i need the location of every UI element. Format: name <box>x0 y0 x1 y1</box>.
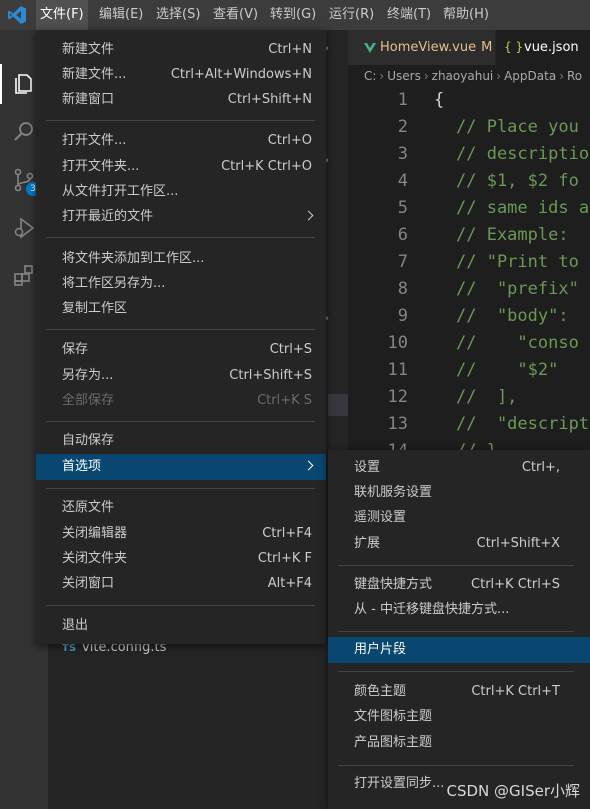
menu-item-revert-file[interactable]: 还原文件 <box>36 495 326 521</box>
breadcrumb-item[interactable]: zhaoyahui <box>432 69 494 83</box>
submenu-item-color-theme[interactable]: 颜色主题 Ctrl+K Ctrl+T <box>328 679 590 705</box>
breadcrumb-item[interactable]: C: <box>364 69 376 83</box>
chevron-right-icon: › <box>423 69 429 83</box>
menu-run[interactable]: 运行(R) <box>325 0 378 30</box>
submenu-item-file-icon-theme[interactable]: 文件图标主题 <box>328 704 590 730</box>
menu-terminal[interactable]: 终端(T) <box>383 0 435 30</box>
menu-item-save-all: 全部保存 Ctrl+K S <box>62 393 312 408</box>
tab-homeview[interactable]: HomeView.vue M <box>348 30 495 65</box>
chevron-right-icon: › <box>496 69 502 83</box>
menu-item-new-file[interactable]: 新建文件... Ctrl+Alt+Windows+N <box>36 62 326 88</box>
vue-file-icon <box>364 42 376 53</box>
menu-help[interactable]: 帮助(H) <box>439 0 493 30</box>
menu-item-new-window[interactable]: 新建窗口 Ctrl+Shift+N <box>36 87 326 113</box>
watermark: CSDN @GISer小辉 <box>446 782 581 800</box>
chevron-right-icon: › <box>559 69 564 83</box>
run-debug-icon[interactable] <box>12 216 36 240</box>
menu-separator <box>46 120 315 121</box>
active-indicator <box>0 64 2 104</box>
menu-item-add-folder-workspace[interactable]: 将文件夹添加到工作区... <box>36 246 326 272</box>
menu-separator <box>46 488 315 489</box>
vscode-logo-icon <box>8 6 26 24</box>
chevron-right-icon <box>303 210 314 221</box>
menu-selection[interactable]: 选择(S) <box>152 0 204 30</box>
submenu-item-user-snippets[interactable]: 用户片段 <box>328 637 590 663</box>
menu-separator <box>46 605 315 606</box>
chevron-right-icon: › <box>379 69 385 83</box>
menu-separator <box>338 631 574 632</box>
menu-bar: 文件(F) 编辑(E) 选择(S) 查看(V) 转到(G) 运行(R) 终端(T… <box>0 0 590 30</box>
explorer-icon[interactable] <box>12 72 36 96</box>
menu-item-preferences[interactable]: 首选项 <box>36 454 326 480</box>
menu-item-open-file[interactable]: 打开文件... Ctrl+O <box>36 128 326 154</box>
tab-vue-json[interactable]: { } vue.json <box>496 30 590 65</box>
preferences-submenu: 设置 Ctrl+, 联机服务设置 遥测设置 扩展 Ctrl+Shift+X 键盘快捷… <box>328 450 590 809</box>
breadcrumb-item[interactable]: Users <box>387 69 421 83</box>
submenu-item-migrate-keybindings[interactable]: 从 - 中迁移键盘快捷方式... <box>328 597 590 623</box>
submenu-item-online-services[interactable]: 联机服务设置 <box>328 480 590 506</box>
menu-item-open-workspace[interactable]: 从文件打开工作区... <box>36 179 326 205</box>
menu-item-exit[interactable]: 退出 <box>36 613 326 639</box>
typescript-file-icon: TS <box>62 643 77 654</box>
chevron-right-icon <box>303 460 314 471</box>
json-file-icon: { } <box>504 40 524 54</box>
menu-go[interactable]: 转到(G) <box>266 0 320 30</box>
menu-item-open-recent[interactable]: 打开最近的文件 <box>36 204 326 230</box>
submenu-item-telemetry[interactable]: 遥测设置 <box>328 505 590 531</box>
menu-separator <box>46 329 315 330</box>
submenu-item-product-icon-theme[interactable]: 产品图标主题 <box>328 730 590 756</box>
submenu-item-extensions[interactable]: 扩展 Ctrl+Shift+X <box>328 531 590 557</box>
menu-item-close-editor[interactable]: 关闭编辑器 Ctrl+F4 <box>36 521 326 547</box>
menu-item-close-folder[interactable]: 关闭文件夹 Ctrl+K F <box>36 546 326 572</box>
menu-item-auto-save[interactable]: 自动保存 <box>36 428 326 454</box>
menu-separator <box>46 421 315 422</box>
breadcrumb: C: › Users › zhaoyahui › AppData › Ro <box>348 65 590 87</box>
extensions-icon[interactable] <box>12 264 36 288</box>
tab-label: vue.json <box>524 40 579 55</box>
sidebar-selected-row <box>328 394 348 416</box>
menu-file[interactable]: 文件(F) <box>36 0 88 30</box>
file-menu: 新建文件 Ctrl+N 新建文件... Ctrl+Alt+Windows+N 新建窗… <box>36 30 326 644</box>
modified-indicator: M <box>481 40 493 55</box>
editor-tab-bar: HomeView.vue M { } vue.json <box>348 30 590 65</box>
search-icon[interactable] <box>12 120 36 144</box>
menu-item-new-text-file[interactable]: 新建文件 Ctrl+N <box>36 37 326 63</box>
menu-view[interactable]: 查看(V) <box>209 0 262 30</box>
menu-separator <box>46 237 315 238</box>
menu-edit[interactable]: 编辑(E) <box>95 0 147 30</box>
tab-label: HomeView.vue <box>380 40 477 55</box>
menu-item-save[interactable]: 保存 Ctrl+S <box>36 337 326 363</box>
menu-separator <box>338 671 574 672</box>
menu-separator <box>338 765 574 766</box>
menu-separator <box>338 565 574 566</box>
menu-item-close-window[interactable]: 关闭窗口 Alt+F4 <box>36 571 326 597</box>
menu-item-save-workspace-as[interactable]: 将工作区另存为... <box>36 271 326 297</box>
submenu-item-keyboard-shortcuts[interactable]: 键盘快捷方式 Ctrl+K Ctrl+S <box>328 572 590 598</box>
menu-item-duplicate-workspace[interactable]: 复制工作区 <box>36 296 326 322</box>
breadcrumb-item[interactable]: AppData <box>504 69 556 83</box>
menu-item-open-folder[interactable]: 打开文件夹... Ctrl+K Ctrl+O <box>36 154 326 180</box>
submenu-item-settings[interactable]: 设置 Ctrl+, <box>328 455 590 481</box>
menu-item-save-as[interactable]: 另存为... Ctrl+Shift+S <box>36 363 326 389</box>
breadcrumb-item[interactable]: Ro <box>567 69 582 83</box>
